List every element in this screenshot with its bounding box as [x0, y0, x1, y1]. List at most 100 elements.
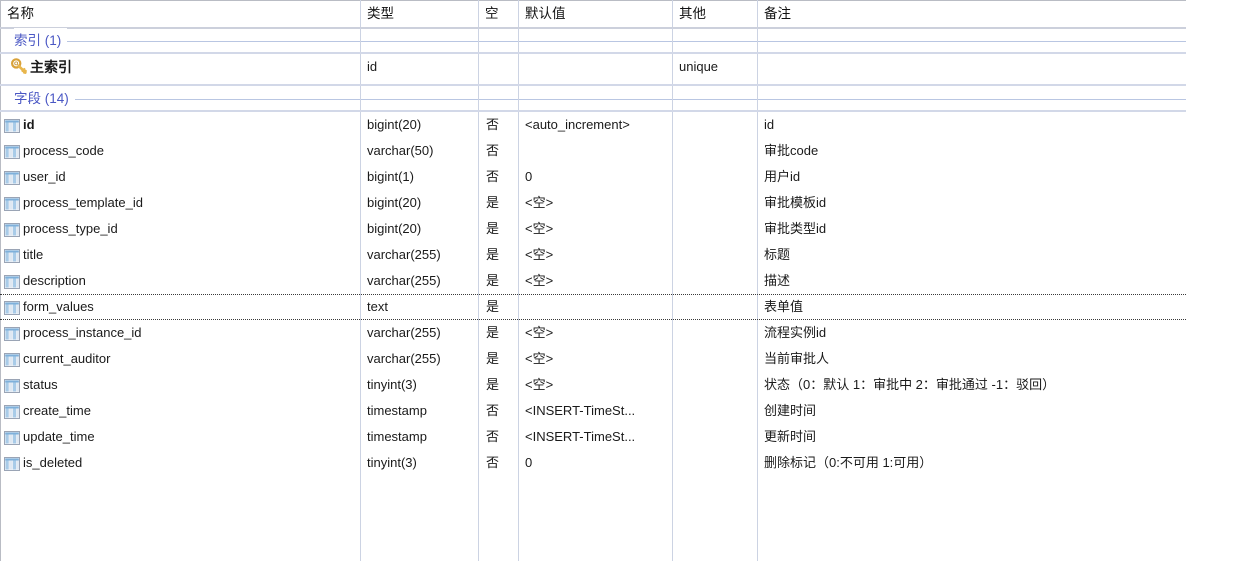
cell-nullable[interactable]: 否 — [478, 450, 518, 476]
cell-comment[interactable]: 审批模板id — [757, 190, 1186, 216]
cell-other[interactable] — [672, 216, 757, 242]
cell-other[interactable] — [672, 138, 757, 164]
table-row[interactable]: current_auditor varchar(255) 是 <空> 当前审批人 — [0, 346, 1186, 372]
cell-name[interactable]: process_template_id — [0, 190, 360, 216]
cell-default[interactable]: <空> — [518, 242, 672, 268]
table-row[interactable]: description varchar(255) 是 <空> 描述 — [0, 268, 1186, 294]
cell-type[interactable]: varchar(50) — [360, 138, 478, 164]
cell-default[interactable]: <空> — [518, 372, 672, 398]
cell-comment[interactable]: 用户id — [757, 164, 1186, 190]
table-row[interactable]: create_time timestamp 否 <INSERT-TimeSt... 创建… — [0, 398, 1186, 424]
cell-nullable[interactable]: 是 — [478, 216, 518, 242]
cell-comment[interactable]: 流程实例id — [757, 320, 1186, 346]
cell-name[interactable]: 主索引 — [0, 54, 360, 80]
cell-comment[interactable]: 更新时间 — [757, 424, 1186, 450]
cell-nullable[interactable] — [478, 54, 518, 80]
cell-nullable[interactable]: 是 — [478, 320, 518, 346]
column-header-name[interactable]: 名称 — [0, 0, 360, 28]
cell-comment[interactable]: 表单值 — [757, 295, 1186, 319]
cell-comment[interactable]: 审批类型id — [757, 216, 1186, 242]
column-header-default[interactable]: 默认值 — [518, 0, 672, 28]
cell-name[interactable]: user_id — [0, 164, 360, 190]
cell-name[interactable]: title — [0, 242, 360, 268]
cell-default[interactable]: 0 — [518, 164, 672, 190]
table-row[interactable]: process_template_id bigint(20) 是 <空> 审批模板id — [0, 190, 1186, 216]
cell-other[interactable] — [672, 112, 757, 138]
cell-type[interactable]: tinyint(3) — [360, 372, 478, 398]
section-header-row[interactable]: 索引 (1) — [0, 28, 1186, 54]
cell-default[interactable] — [518, 138, 672, 164]
cell-name[interactable]: create_time — [0, 398, 360, 424]
cell-nullable[interactable]: 否 — [478, 398, 518, 424]
cell-name[interactable]: process_type_id — [0, 216, 360, 242]
cell-comment[interactable]: 当前审批人 — [757, 346, 1186, 372]
cell-other[interactable] — [672, 346, 757, 372]
cell-type[interactable]: bigint(20) — [360, 190, 478, 216]
cell-comment[interactable]: id — [757, 112, 1186, 138]
cell-comment[interactable]: 删除标记（0:不可用 1:可用） — [757, 450, 1186, 476]
cell-name[interactable]: form_values — [0, 295, 360, 319]
cell-comment[interactable]: 描述 — [757, 268, 1186, 294]
cell-type[interactable]: varchar(255) — [360, 320, 478, 346]
cell-nullable[interactable]: 是 — [478, 268, 518, 294]
cell-nullable[interactable]: 否 — [478, 424, 518, 450]
table-row[interactable]: process_type_id bigint(20) 是 <空> 审批类型id — [0, 216, 1186, 242]
cell-other[interactable] — [672, 295, 757, 319]
cell-name[interactable]: process_instance_id — [0, 320, 360, 346]
cell-nullable[interactable]: 否 — [478, 138, 518, 164]
table-row[interactable]: id bigint(20) 否 <auto_increment> id — [0, 112, 1186, 138]
cell-nullable[interactable]: 否 — [478, 112, 518, 138]
cell-comment[interactable] — [757, 54, 1186, 80]
table-row[interactable]: 主索引 id unique — [0, 54, 1186, 80]
cell-nullable[interactable]: 是 — [478, 372, 518, 398]
cell-nullable[interactable]: 是 — [478, 295, 518, 319]
cell-type[interactable]: varchar(255) — [360, 346, 478, 372]
cell-other[interactable] — [672, 450, 757, 476]
cell-default[interactable] — [518, 295, 672, 319]
cell-other[interactable] — [672, 268, 757, 294]
cell-name[interactable]: id — [0, 112, 360, 138]
cell-name[interactable]: description — [0, 268, 360, 294]
cell-default[interactable]: <INSERT-TimeSt... — [518, 398, 672, 424]
table-row[interactable]: form_values text 是 表单值 — [0, 294, 1186, 320]
cell-other[interactable] — [672, 164, 757, 190]
cell-default[interactable]: 0 — [518, 450, 672, 476]
column-header-nullable[interactable]: 空 — [478, 0, 518, 28]
table-row[interactable]: update_time timestamp 否 <INSERT-TimeSt... 更新… — [0, 424, 1186, 450]
cell-comment[interactable]: 创建时间 — [757, 398, 1186, 424]
cell-default[interactable] — [518, 54, 672, 80]
cell-other[interactable] — [672, 190, 757, 216]
column-header-type[interactable]: 类型 — [360, 0, 478, 28]
cell-type[interactable]: varchar(255) — [360, 242, 478, 268]
cell-other[interactable] — [672, 320, 757, 346]
cell-type[interactable]: bigint(20) — [360, 216, 478, 242]
cell-type[interactable]: timestamp — [360, 424, 478, 450]
table-row[interactable]: is_deleted tinyint(3) 否 0 删除标记（0:不可用 1:可用） — [0, 450, 1186, 476]
column-header-comment[interactable]: 备注 — [757, 0, 1186, 28]
table-row[interactable]: user_id bigint(1) 否 0 用户id — [0, 164, 1186, 190]
cell-other[interactable] — [672, 424, 757, 450]
cell-type[interactable]: varchar(255) — [360, 268, 478, 294]
cell-comment[interactable]: 审批code — [757, 138, 1186, 164]
column-header-other[interactable]: 其他 — [672, 0, 757, 28]
cell-default[interactable]: <空> — [518, 216, 672, 242]
table-row[interactable]: title varchar(255) 是 <空> 标题 — [0, 242, 1186, 268]
cell-comment[interactable]: 状态（0：默认 1：审批中 2：审批通过 -1：驳回） — [757, 372, 1186, 398]
table-row[interactable]: status tinyint(3) 是 <空> 状态（0：默认 1：审批中 2：审批通过… — [0, 372, 1186, 398]
cell-other[interactable] — [672, 242, 757, 268]
cell-name[interactable]: process_code — [0, 138, 360, 164]
cell-type[interactable]: tinyint(3) — [360, 450, 478, 476]
cell-other[interactable]: unique — [672, 54, 757, 80]
cell-nullable[interactable]: 否 — [478, 164, 518, 190]
cell-type[interactable]: bigint(1) — [360, 164, 478, 190]
cell-default[interactable]: <空> — [518, 320, 672, 346]
cell-type[interactable]: id — [360, 54, 478, 80]
cell-default[interactable]: <空> — [518, 268, 672, 294]
cell-name[interactable]: status — [0, 372, 360, 398]
cell-other[interactable] — [672, 372, 757, 398]
table-row[interactable]: process_code varchar(50) 否 审批code — [0, 138, 1186, 164]
cell-other[interactable] — [672, 398, 757, 424]
cell-nullable[interactable]: 是 — [478, 242, 518, 268]
cell-type[interactable]: timestamp — [360, 398, 478, 424]
cell-name[interactable]: update_time — [0, 424, 360, 450]
